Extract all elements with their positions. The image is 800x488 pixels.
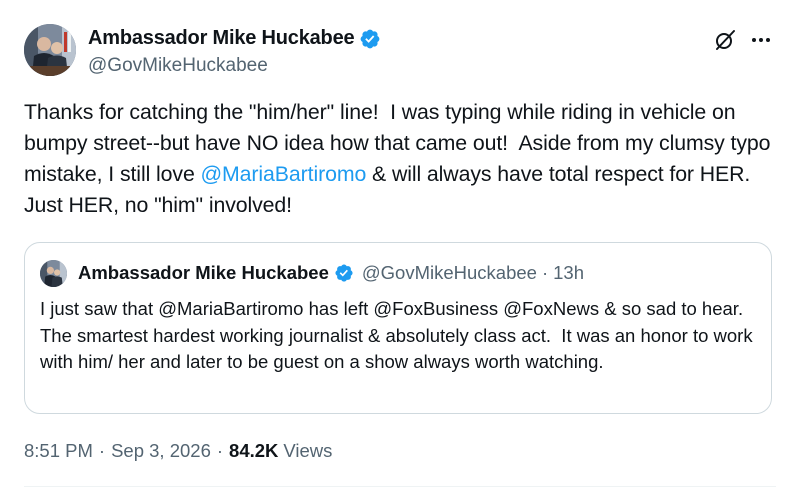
grok-icon[interactable] [713,28,737,52]
separator-dot: · [216,440,224,461]
quoted-tweet-time[interactable]: 13h [553,262,584,284]
author-handle[interactable]: @GovMikeHuckabee [88,55,268,77]
tweet-time[interactable]: 8:51 PM [24,440,93,462]
author-display-name[interactable]: Ambassador Mike Huckabee [88,27,355,50]
tweet-meta: 8:51 PM · Sep 3, 2026 · 84.2K Views [24,440,332,462]
quoted-tweet-text: I just saw that @MariaBartiromo has left… [40,298,758,372]
more-options-icon[interactable] [749,30,773,50]
tweet-date[interactable]: Sep 3, 2026 [111,440,211,462]
quoted-author-avatar[interactable] [40,260,67,287]
author-avatar[interactable] [24,24,76,76]
quoted-tweet-card[interactable]: Ambassador Mike Huckabee @GovMikeHuckabe… [24,242,772,414]
quoted-author-handle[interactable]: @GovMikeHuckabee [362,262,537,284]
separator-dot: · [541,262,549,283]
mention-link[interactable]: @MariaBartiromo [201,162,367,186]
verified-badge-icon [361,29,380,48]
verified-badge-icon [335,264,353,282]
author-name-row[interactable]: Ambassador Mike Huckabee [88,27,381,50]
tweet-text: Thanks for catching the "him/her" line! … [24,97,776,221]
views-label: Views [283,440,333,461]
divider [24,486,776,487]
separator-dot: · [98,440,106,461]
quoted-tweet-header: Ambassador Mike Huckabee @GovMikeHuckabe… [78,262,584,284]
quoted-author-name[interactable]: Ambassador Mike Huckabee [78,262,329,284]
views-count: 84.2K [229,440,279,461]
